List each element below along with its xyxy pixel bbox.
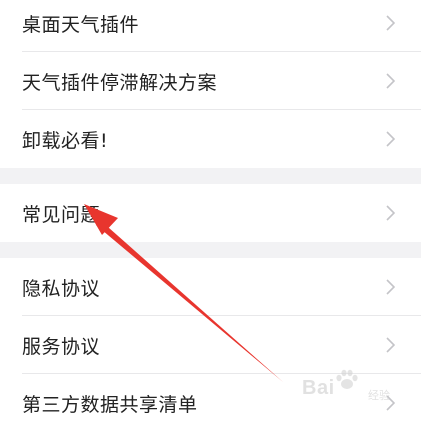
menu-item-uninstall-must-read[interactable]: 卸载必看! [0, 110, 421, 168]
chevron-right-icon [386, 131, 395, 147]
chevron-right-icon [386, 337, 395, 353]
baidu-jingyan-watermark: Bai 经验 [302, 369, 414, 409]
menu-item-label: 隐私协议 [22, 277, 101, 300]
menu-item-label: 桌面天气插件 [22, 13, 140, 36]
menu-item-service-agreement[interactable]: 服务协议 [0, 316, 421, 374]
settings-page: 桌面天气插件 天气插件停滞解决方案 卸载必看! 常见问题 隐私协议 服务协议 第 [0, 0, 421, 430]
menu-item-privacy-policy[interactable]: 隐私协议 [0, 258, 421, 316]
menu-item-label: 卸载必看! [22, 129, 109, 152]
section-gap [0, 168, 421, 184]
chevron-right-icon [386, 279, 395, 295]
paw-icon [336, 369, 358, 389]
menu-group-2: 常见问题 [0, 184, 421, 242]
chevron-right-icon [386, 15, 395, 31]
menu-group-1: 桌面天气插件 天气插件停滞解决方案 卸载必看! [0, 0, 421, 168]
menu-item-label: 服务协议 [22, 335, 101, 358]
menu-item-label: 第三方数据共享清单 [22, 393, 198, 416]
chevron-right-icon [386, 205, 395, 221]
chevron-right-icon [386, 73, 395, 89]
watermark-subtext: 经验 [368, 389, 390, 402]
menu-item-faq[interactable]: 常见问题 [0, 184, 421, 242]
watermark-text: Bai [302, 377, 335, 399]
menu-item-label: 天气插件停滞解决方案 [22, 71, 218, 94]
menu-item-widget-stall-solution[interactable]: 天气插件停滞解决方案 [0, 52, 421, 110]
section-gap [0, 242, 421, 258]
menu-item-desktop-weather-widget[interactable]: 桌面天气插件 [0, 0, 421, 52]
menu-item-label: 常见问题 [22, 203, 101, 226]
